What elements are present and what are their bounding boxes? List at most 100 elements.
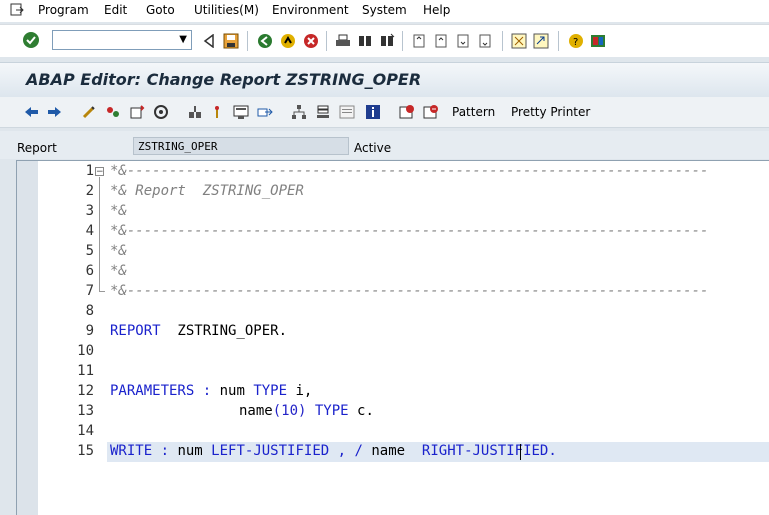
pretty-printer-button[interactable]: Pretty Printer: [511, 105, 590, 119]
operator: :: [194, 383, 220, 399]
line-number: 12: [77, 383, 94, 399]
report-name-field: ZSTRING_OPER: [133, 137, 349, 155]
menu-program[interactable]: Program: [38, 3, 89, 17]
find-next-icon[interactable]: [378, 32, 396, 50]
display-object-icon[interactable]: [338, 103, 356, 121]
operator: .: [548, 443, 557, 459]
menu-utilities[interactable]: Utilities(M): [194, 3, 259, 17]
line-number: 7: [85, 283, 94, 299]
code-line-13[interactable]: name(10) TYPE c.: [239, 401, 374, 421]
activate-icon[interactable]: [128, 103, 146, 121]
fold-guide-end: [99, 291, 105, 292]
menu-edit[interactable]: Edit: [104, 3, 127, 17]
back-icon[interactable]: [256, 32, 274, 50]
title-bar: ABAP Editor: Change Report ZSTRING_OPER: [0, 62, 769, 98]
help-icon[interactable]: ?: [567, 32, 585, 50]
previous-page-icon[interactable]: [432, 32, 450, 50]
svg-text:?: ?: [573, 37, 578, 48]
where-used-icon[interactable]: [186, 103, 204, 121]
page-title: ABAP Editor: Change Report ZSTRING_OPER: [26, 70, 422, 89]
collapse-block-icon[interactable]: −: [95, 167, 104, 177]
operator: , /: [329, 443, 372, 459]
pattern-icon[interactable]: [398, 103, 416, 121]
display-change-icon[interactable]: [80, 103, 98, 121]
identifier: num: [177, 443, 212, 459]
test-icon[interactable]: [152, 103, 170, 121]
pretty-printer-icon[interactable]: [422, 103, 440, 121]
command-field[interactable]: ▼: [52, 30, 192, 50]
last-page-icon[interactable]: [476, 32, 494, 50]
cancel-icon[interactable]: [302, 32, 320, 50]
keyword: PARAMETERS: [110, 383, 195, 399]
chevron-down-icon[interactable]: ▼: [179, 34, 187, 45]
line-number: 8: [85, 303, 94, 319]
keyword: TYPE: [306, 403, 349, 419]
customize-layout-icon[interactable]: [589, 32, 607, 50]
identifier: name: [239, 403, 273, 419]
line-number: 9: [85, 323, 94, 339]
enter-icon[interactable]: [22, 31, 40, 49]
keyword: TYPE: [253, 383, 288, 399]
code-line-5[interactable]: *&: [110, 241, 127, 261]
application-toolbar: Pattern Pretty Printer: [0, 97, 769, 128]
menu-system[interactable]: System: [362, 3, 407, 17]
operator: :: [152, 443, 178, 459]
next-page-icon[interactable]: [454, 32, 472, 50]
identifier: c.: [348, 403, 374, 419]
menu-help[interactable]: Help: [423, 3, 450, 17]
line-number: 1: [85, 163, 94, 179]
report-label: Report: [17, 141, 57, 155]
exit-icon[interactable]: [279, 32, 297, 50]
status-text: Active: [354, 141, 392, 155]
arrow-right-icon[interactable]: [46, 103, 64, 121]
keyword: LEFT-JUSTIFIED: [211, 443, 330, 459]
code-line-3[interactable]: *&: [110, 201, 127, 221]
line-number: 2: [85, 183, 94, 199]
line-number: 4: [85, 223, 94, 239]
code-line-7[interactable]: *&--------------------------------------…: [110, 281, 708, 301]
system-menu-icon[interactable]: [10, 3, 24, 17]
code-line-15[interactable]: WRITE : num LEFT-JUSTIFIED , / name RIGH…: [110, 441, 557, 461]
identifier: name: [371, 443, 422, 459]
new-session-icon[interactable]: [510, 32, 528, 50]
code-line-2[interactable]: *& Report ZSTRING_OPER: [110, 181, 304, 201]
line-number: 3: [85, 203, 94, 219]
save-icon[interactable]: [222, 32, 240, 50]
stack-icon[interactable]: [314, 103, 332, 121]
hierarchy-icon[interactable]: [290, 103, 308, 121]
shortcut-icon[interactable]: [532, 32, 550, 50]
back-triangle-icon[interactable]: [200, 32, 218, 50]
menu-bar: Program Edit Goto Utilities(M) Environme…: [0, 0, 769, 22]
pattern-button[interactable]: Pattern: [452, 105, 495, 119]
keyword: RIGHT-JUSTIFIED: [421, 443, 549, 459]
object-list-icon[interactable]: [232, 103, 250, 121]
code-line-6[interactable]: *&: [110, 261, 127, 281]
check-syntax-icon[interactable]: [104, 103, 122, 121]
text-cursor: [520, 444, 521, 460]
line-number: 15: [77, 443, 94, 459]
menu-environment[interactable]: Environment: [272, 3, 349, 17]
navigation-window-icon[interactable]: [256, 103, 274, 121]
line-number: 6: [85, 263, 94, 279]
code-line-12[interactable]: PARAMETERS : num TYPE i,: [110, 381, 312, 401]
find-icon[interactable]: [356, 32, 374, 50]
identifier: num: [219, 383, 254, 399]
code-line-4[interactable]: *&--------------------------------------…: [110, 221, 708, 241]
first-page-icon[interactable]: [410, 32, 428, 50]
identifier: ZSTRING_OPER.: [160, 323, 288, 339]
line-number: 10: [77, 343, 94, 359]
breakpoint-icon[interactable]: [208, 103, 226, 121]
arrow-left-icon[interactable]: [22, 103, 40, 121]
code-editor[interactable]: 1 2 3 4 5 6 7 8 9 10 11 12 13 14 15 − *&…: [16, 160, 769, 515]
line-number: 13: [77, 403, 94, 419]
info-icon[interactable]: [364, 103, 382, 121]
line-number: 11: [77, 363, 94, 379]
code-line-1[interactable]: *&--------------------------------------…: [110, 161, 708, 181]
menu-goto[interactable]: Goto: [146, 3, 175, 17]
keyword: WRITE: [110, 443, 153, 459]
editor-margin: [17, 161, 38, 515]
code-line-9[interactable]: REPORT ZSTRING_OPER.: [110, 321, 287, 341]
number: (10): [272, 403, 307, 419]
print-icon[interactable]: [334, 32, 352, 50]
line-number: 14: [77, 423, 94, 439]
